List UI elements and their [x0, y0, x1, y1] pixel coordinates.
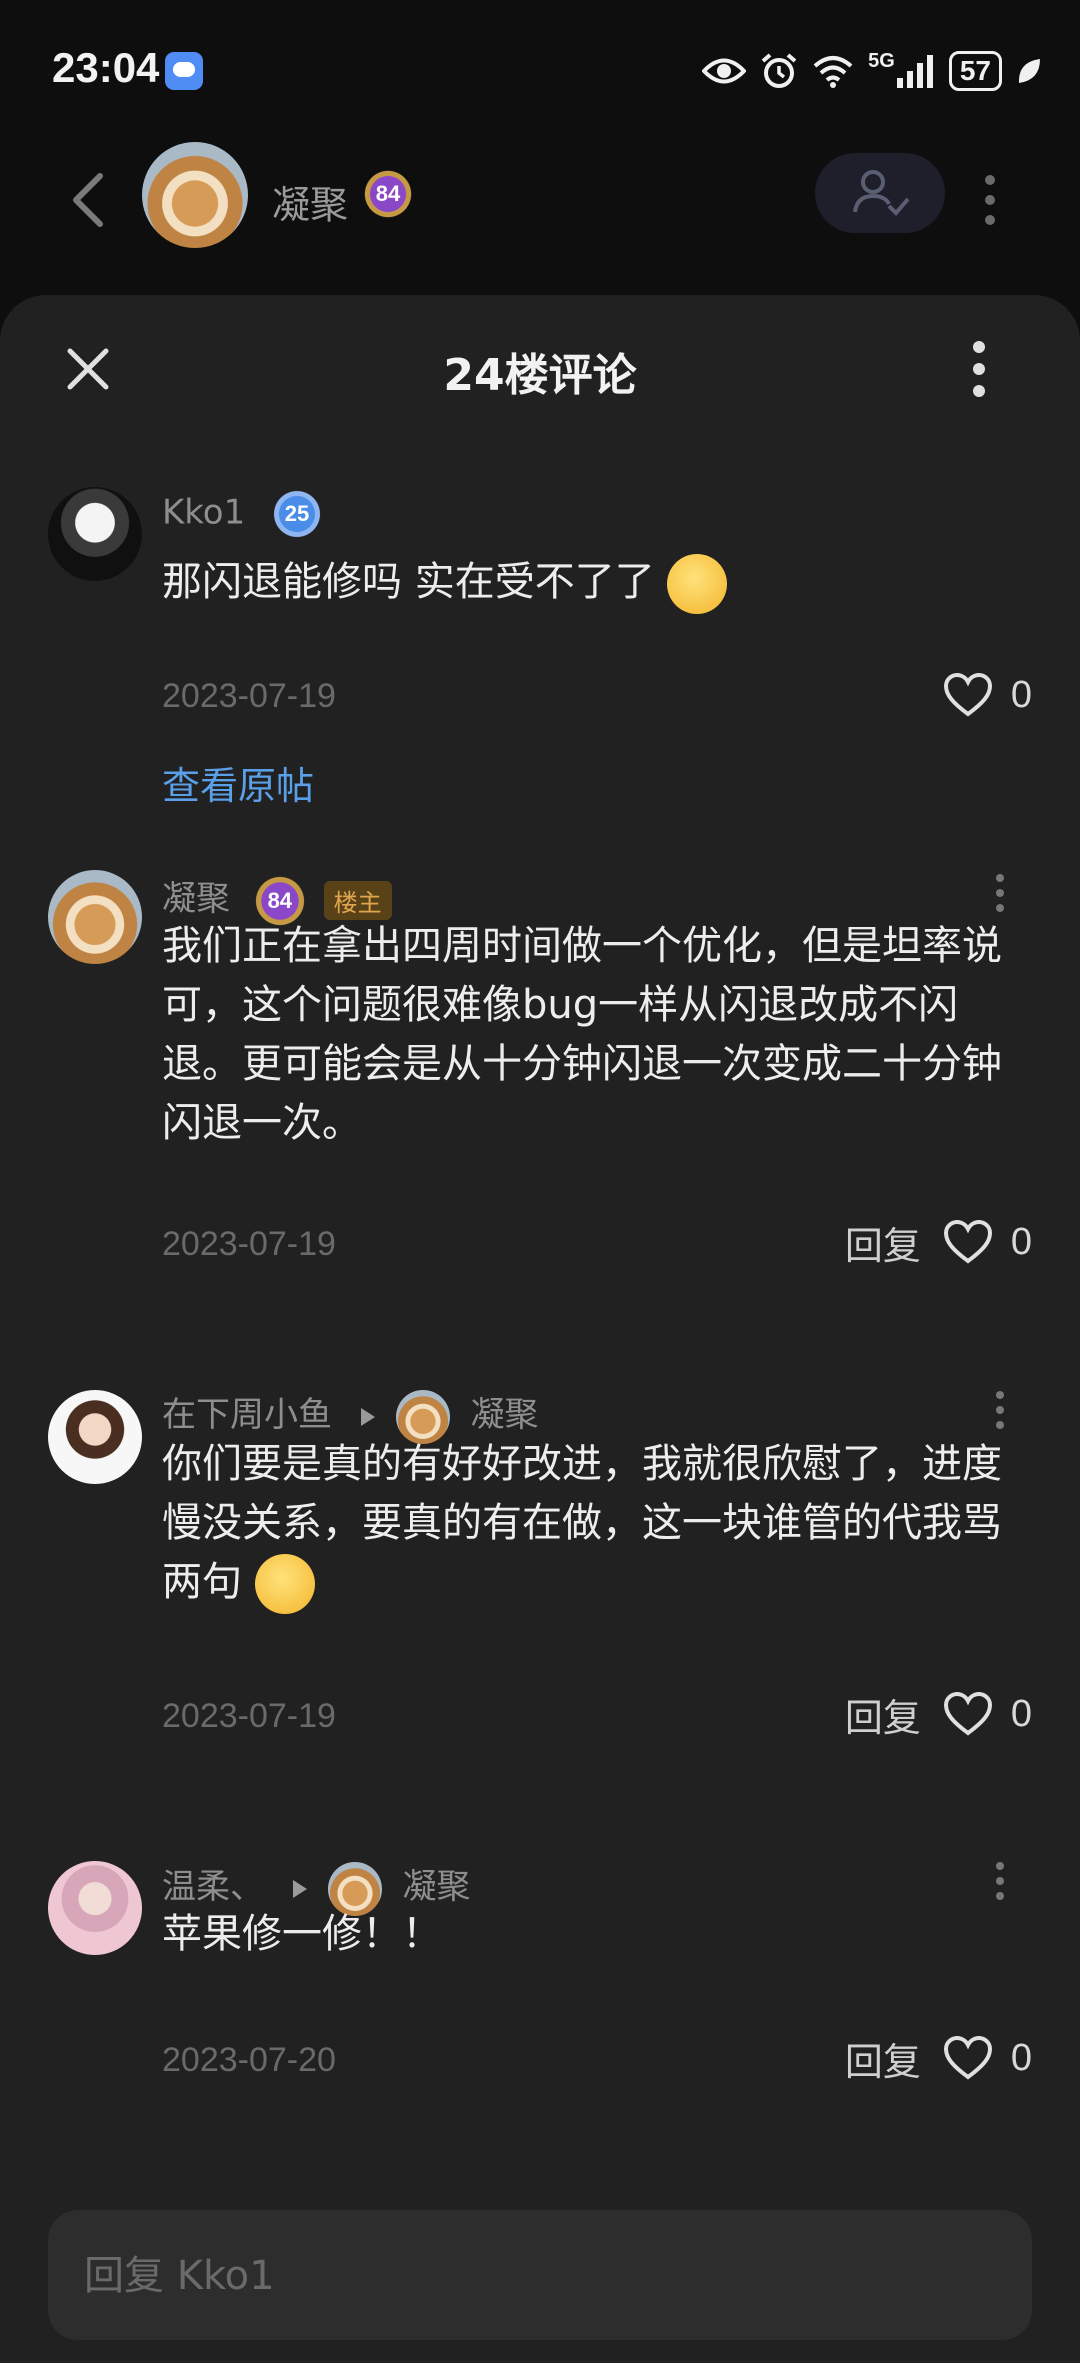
- author-avatar[interactable]: [142, 142, 248, 248]
- comment-text: 你们要是真的有好好改进，我就很欣慰了，进度慢没关系，要真的有在做，这一块谁管的代…: [162, 1435, 1022, 1614]
- view-original-link[interactable]: 查看原帖: [162, 755, 314, 810]
- signal-icon: [896, 55, 933, 88]
- alarm-icon: [761, 53, 797, 88]
- leaf-icon: [1018, 59, 1040, 83]
- reply-button[interactable]: 回复: [845, 1215, 921, 1270]
- more-icon[interactable]: [975, 170, 1005, 230]
- heart-icon[interactable]: [943, 1692, 993, 1736]
- like-count: 0: [1010, 1692, 1032, 1735]
- more-vertical-icon[interactable]: [992, 1390, 1008, 1430]
- comment-text: 那闪退能修吗 实在受不了了: [162, 553, 1022, 614]
- heart-icon[interactable]: [943, 673, 993, 717]
- comment-actions: 0: [943, 670, 1032, 720]
- comment-author[interactable]: Kko1 25: [162, 489, 323, 539]
- op-tag: 楼主: [323, 881, 392, 920]
- comment-date: 2023-07-19: [162, 1225, 336, 1263]
- like-count: 0: [1010, 2036, 1032, 2079]
- message-notification-icon: [165, 52, 203, 90]
- author-name[interactable]: 凝聚: [272, 174, 348, 229]
- reply-button[interactable]: 回复: [845, 1687, 921, 1742]
- reply-button[interactable]: 回复: [845, 2031, 921, 2086]
- avatar[interactable]: [48, 1390, 142, 1484]
- author-name[interactable]: 凝聚: [162, 879, 230, 919]
- level-badge: 84: [362, 168, 414, 220]
- heart-icon[interactable]: [943, 2036, 993, 2080]
- status-time: 23:04: [52, 44, 160, 91]
- comment-actions: 回复 0: [845, 2031, 1032, 2086]
- reply-input[interactable]: [82, 2210, 986, 2342]
- avatar[interactable]: [48, 870, 142, 964]
- more-vertical-icon[interactable]: [992, 873, 1008, 913]
- author-name[interactable]: 温柔、: [162, 1867, 264, 1907]
- eye-icon: [702, 58, 747, 84]
- pleading-face-emoji-icon: [667, 554, 728, 614]
- reply-to-name[interactable]: 凝聚: [470, 1395, 538, 1435]
- comment-sheet: 24楼评论 Kko1 25 那闪退能修吗 实在受不了了 2023-07-19 0…: [0, 295, 1080, 2363]
- reply-to-arrow-icon: [360, 1407, 375, 1426]
- back-arrow-icon[interactable]: [66, 170, 110, 230]
- author-name[interactable]: Kko1: [162, 493, 245, 533]
- comment-actions: 回复 0: [845, 1215, 1032, 1270]
- reply-input-bar[interactable]: [48, 2210, 1032, 2342]
- more-vertical-icon[interactable]: [992, 1861, 1008, 1901]
- follow-user-icon: [853, 170, 910, 216]
- reply-to-arrow-icon: [292, 1879, 307, 1898]
- comment-text: 我们正在拿出四周时间做一个优化，但是坦率说可，这个问题很难像bug一样从闪退改成…: [162, 923, 1002, 1146]
- avatar[interactable]: [48, 487, 142, 581]
- author-name[interactable]: 在下周小鱼: [162, 1395, 332, 1435]
- status-bar: 23:04 5G 57: [0, 0, 1080, 140]
- level-badge: 25: [272, 489, 323, 539]
- follow-button[interactable]: [815, 153, 945, 233]
- network-type: 5G: [868, 49, 895, 72]
- sheet-title: 24楼评论: [443, 350, 637, 401]
- like-count: 0: [1010, 1220, 1032, 1263]
- comment-text: 苹果修一修！！: [162, 1911, 442, 1957]
- battery-level: 57: [948, 51, 1002, 91]
- wifi-icon: [813, 56, 853, 88]
- avatar[interactable]: [48, 1861, 142, 1955]
- status-icons: 5G 57: [702, 48, 1042, 94]
- post-header: 凝聚 84: [0, 140, 1080, 290]
- comment-text-content: 那闪退能修吗 实在受不了了: [162, 559, 655, 605]
- comment-date: 2023-07-19: [162, 677, 336, 715]
- heart-icon[interactable]: [943, 1220, 993, 1264]
- comment-date: 2023-07-19: [162, 1697, 336, 1735]
- like-count: 0: [1010, 673, 1032, 716]
- reply-to-name[interactable]: 凝聚: [402, 1867, 470, 1907]
- comment-actions: 回复 0: [845, 1687, 1032, 1742]
- comment-date: 2023-07-20: [162, 2041, 336, 2079]
- more-vertical-icon[interactable]: [966, 337, 992, 401]
- smiling-face-emoji-icon: [254, 1554, 315, 1614]
